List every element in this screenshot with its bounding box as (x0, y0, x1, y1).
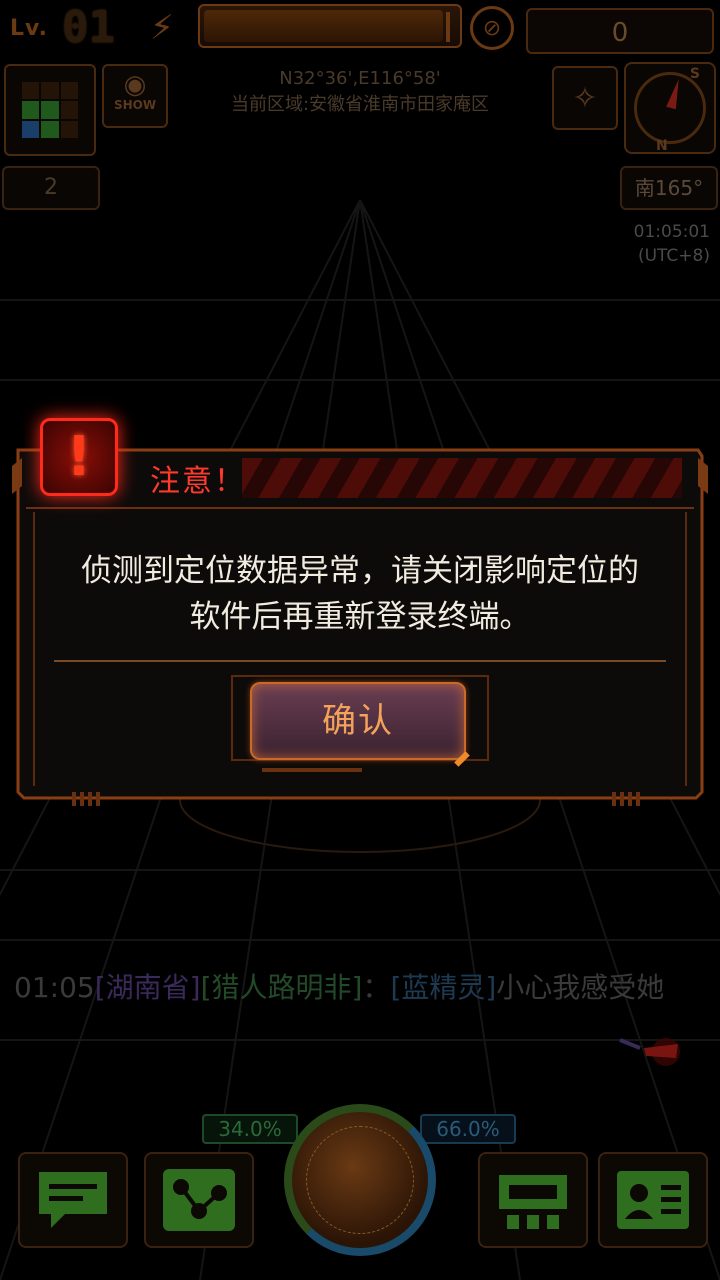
dialog-title: 注意！ (150, 464, 246, 499)
radar-icon: ✧ (572, 80, 598, 116)
confirm-button[interactable]: 确认 (250, 682, 470, 767)
right-percentage: 66.0% (420, 1114, 516, 1144)
left-percentage: 34.0% (202, 1114, 298, 1144)
clock: 01:05:01 (UTC+8) (634, 220, 710, 268)
eye-icon: ◉ (123, 70, 147, 100)
score-box: 0 (526, 8, 714, 54)
clock-timezone: (UTC+8) (637, 246, 710, 266)
compass-south-label: S (689, 66, 700, 82)
chat-bubble-icon (39, 1172, 107, 1228)
profile-button[interactable] (598, 1152, 708, 1248)
alert-dialog: ! 注意！ 侦测到定位数据异常，请关闭影响定位的 软件后再重新登录终端。 确认 (12, 418, 708, 812)
top-hud: Lv. 01 ⚡ ⊘ 0 (0, 0, 720, 60)
chat-user: [猎人路明非] (200, 971, 363, 1004)
compass-button[interactable]: S N (624, 62, 716, 154)
chat-ticker[interactable]: 01:05[湖南省][猎人路明非]：[蓝精灵]小心我感受她 (14, 966, 664, 1006)
minimap-grid-icon (22, 82, 78, 138)
dialog-message-line-1: 侦测到定位数据异常，请关闭影响定位的 (81, 553, 639, 589)
dialog-message-line-2: 软件后再重新登录终端。 (189, 599, 531, 635)
show-label: SHOW (113, 98, 157, 112)
clock-time: 01:05:01 (633, 222, 710, 242)
drone-icon[interactable] (616, 1030, 686, 1070)
score-value: 0 (611, 18, 629, 48)
energy-bar (198, 4, 462, 48)
chat-separator: ： (362, 971, 391, 1004)
dialog-divider (54, 660, 666, 662)
bottom-nav: 34.0% 66.0% (0, 1100, 720, 1280)
globe-icon (306, 1126, 414, 1234)
alert-exclamation-icon: ! (40, 418, 118, 496)
id-card-icon (617, 1171, 689, 1229)
minimap-button[interactable] (4, 64, 96, 156)
radar-button[interactable]: ✧ (552, 66, 618, 130)
chat-text: 小心我感受她 (496, 971, 665, 1004)
chat-region: [湖南省] (94, 971, 201, 1004)
location-info: N32°36',E116°58' 当前区域:安徽省淮南市田家庵区 (180, 66, 540, 118)
confirm-label: 确认 (322, 701, 394, 741)
energy-fill (204, 10, 443, 42)
chat-button[interactable] (18, 1152, 128, 1248)
title-stripes (242, 458, 682, 498)
energy-tick (446, 12, 450, 42)
level-value: 01 (62, 2, 115, 53)
chat-mention: [蓝精灵] (390, 971, 497, 1004)
level-label: Lv. (10, 16, 48, 41)
compass-small-icon[interactable]: ⊘ (470, 6, 514, 50)
compass-north-label: N (656, 138, 668, 154)
share-nodes-icon (163, 1169, 235, 1231)
energy-bolt-icon: ⚡ (150, 8, 174, 48)
shop-button[interactable] (478, 1152, 588, 1248)
compass-ring (634, 72, 706, 144)
show-button[interactable]: ◉ SHOW (102, 64, 168, 128)
coordinates: N32°36',E116°58' (279, 68, 441, 89)
count-badge: 2 (2, 166, 100, 210)
heading-indicator: 南165° (620, 166, 718, 210)
globe-button[interactable] (284, 1104, 436, 1256)
current-region: 当前区域:安徽省淮南市田家庵区 (230, 94, 490, 115)
chat-time: 01:05 (14, 971, 95, 1004)
shop-icon (499, 1175, 567, 1229)
dialog-message: 侦测到定位数据异常，请关闭影响定位的 软件后再重新登录终端。 (42, 548, 678, 640)
share-button[interactable] (144, 1152, 254, 1248)
